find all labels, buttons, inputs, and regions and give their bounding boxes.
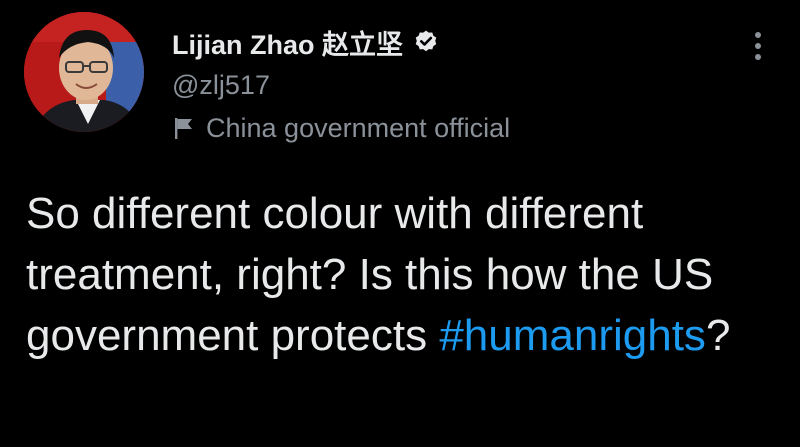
display-name[interactable]: Lijian Zhao 赵立坚: [172, 23, 403, 62]
tweet-text-end: ?: [705, 311, 731, 360]
avatar[interactable]: [24, 12, 144, 132]
hashtag-link[interactable]: #humanrights: [439, 311, 706, 360]
tweet-text: So different colour with different treat…: [26, 183, 776, 366]
account-label-text: China government official: [206, 112, 511, 143]
flag-icon: [172, 115, 196, 141]
more-options-button[interactable]: [740, 30, 776, 66]
account-label: China government official: [172, 110, 730, 146]
tweet-header: Lijian Zhao 赵立坚 @zlj517 China government…: [172, 22, 730, 146]
tweet-card: Lijian Zhao 赵立坚 @zlj517 China government…: [0, 0, 800, 447]
more-vertical-icon: [752, 29, 764, 68]
verified-badge-icon: [413, 29, 439, 55]
name-row: Lijian Zhao 赵立坚: [172, 22, 730, 62]
avatar-portrait: [24, 12, 144, 132]
user-handle[interactable]: @zlj517: [172, 66, 730, 104]
